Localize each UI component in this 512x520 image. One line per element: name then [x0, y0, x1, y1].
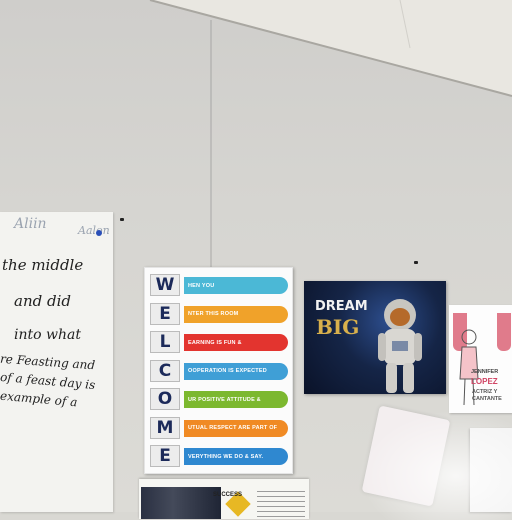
- welcome-phrase-bar: VERYTHING WE DO & SAY.: [184, 448, 288, 465]
- welcome-letter: O: [150, 388, 180, 410]
- handwriting-line: example of a: [0, 388, 78, 410]
- welcome-phrase-bar: UR POSITIVE ATTITUDE &: [184, 391, 288, 408]
- welcome-letter: W: [150, 274, 180, 296]
- name-label-2: LOPEZ: [471, 377, 498, 386]
- welcome-row: M UTUAL RESPECT ARE PART OF: [150, 416, 290, 439]
- name-label-1: JENNIFER: [471, 369, 499, 375]
- sunlight-glare: [360, 410, 512, 520]
- welcome-row: W HEN YOU: [150, 274, 290, 296]
- push-pin: [96, 230, 102, 236]
- photo: [141, 487, 221, 519]
- welcome-row: E VERYTHING WE DO & SAY.: [150, 445, 290, 467]
- tack: [414, 261, 418, 264]
- wall-seam: [210, 20, 212, 270]
- welcome-phrase-bar: OOPERATION IS EXPECTED: [184, 362, 288, 380]
- coloring-page-poster: JENNIFER LOPEZ ACTRIZ Y CANTANTE: [449, 305, 512, 413]
- welcome-letter: E: [150, 445, 180, 467]
- caption-label: ACTRIZ Y CANTANTE: [472, 389, 502, 402]
- welcome-phrase-bar: UTUAL RESPECT ARE PART OF: [184, 419, 288, 437]
- welcome-row: O UR POSITIVE ATTITUDE &: [150, 388, 290, 410]
- welcome-row: E NTER THIS ROOM: [150, 302, 290, 325]
- welcome-letter: L: [150, 331, 180, 353]
- body-text-lines: [257, 491, 305, 517]
- welcome-letter: M: [150, 416, 180, 439]
- big-title: BIG: [316, 315, 360, 339]
- welcome-phrase-bar: NTER THIS ROOM: [184, 305, 288, 323]
- chart-paper: Aliin Aalon the middle and did into what…: [0, 212, 113, 512]
- welcome-poster: W HEN YOU E NTER THIS ROOM L EARNING IS FUN &…: [144, 267, 293, 474]
- success-poster: SUCCESS: [139, 479, 309, 519]
- handwriting-line: of a feast day is: [0, 369, 96, 393]
- handwriting-line: and did: [14, 292, 71, 310]
- welcome-letter: C: [150, 359, 180, 382]
- welcome-row: L EARNING IS FUN &: [150, 331, 290, 353]
- chart-header-left: Aliin: [14, 216, 47, 232]
- handwriting-line: into what: [14, 327, 81, 343]
- success-word: SUCCESS: [213, 492, 243, 498]
- astronaut-illustration: [378, 299, 422, 393]
- curtain-right: [497, 313, 511, 351]
- welcome-row: C OOPERATION IS EXPECTED: [150, 359, 290, 382]
- handwriting-line: re Feasting and: [0, 351, 96, 373]
- handwriting-line: the middle: [2, 256, 84, 274]
- welcome-phrase-bar: HEN YOU: [184, 277, 288, 294]
- welcome-phrase-bar: EARNING IS FUN &: [184, 334, 288, 351]
- welcome-letter: E: [150, 302, 180, 325]
- dream-title: DREAM: [315, 299, 368, 314]
- tack: [120, 218, 124, 221]
- dream-big-poster: DREAM BIG: [304, 281, 446, 394]
- chart-header-right: Aalon: [78, 224, 110, 237]
